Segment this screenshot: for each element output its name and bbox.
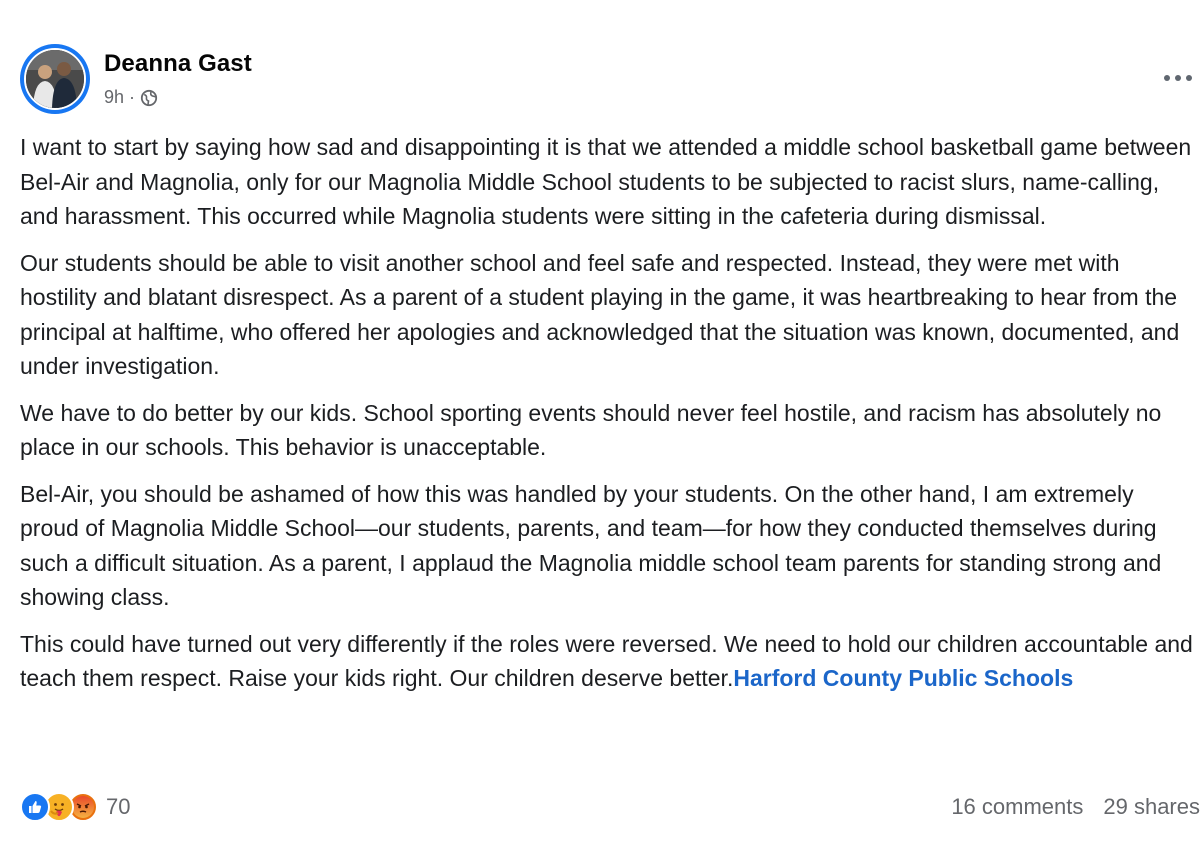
more-options-icon <box>1164 75 1192 81</box>
post-paragraph: We have to do better by our kids. School… <box>20 399 1162 461</box>
post-paragraph-last: This could have turned out very differen… <box>20 627 1196 696</box>
author-avatar[interactable] <box>20 44 90 114</box>
facebook-post: Deanna Gast 9h · I want to start by sayi… <box>0 0 1200 865</box>
post-paragraph: I want to start by saying how sad and di… <box>20 134 1192 229</box>
globe-icon <box>140 89 158 107</box>
post-paragraph: Our students should be able to visit ano… <box>20 249 1180 380</box>
post-footer: 70 16 comments 29 shares <box>20 790 1200 826</box>
reactions-summary[interactable]: 70 <box>20 792 130 822</box>
avatar-image <box>26 50 84 108</box>
post-time[interactable]: 9h <box>104 87 124 108</box>
page-tag-link[interactable]: Harford County Public Schools <box>733 665 1073 691</box>
like-icon <box>20 792 50 822</box>
reaction-count: 70 <box>106 794 131 819</box>
post-paragraph: Bel-Air, you should be ashamed of how th… <box>20 480 1162 611</box>
post-header: Deanna Gast 9h · <box>20 44 1200 116</box>
meta-separator: · <box>129 87 136 107</box>
comments-count-link[interactable]: 16 comments <box>951 794 1083 820</box>
post-meta: 9h · <box>104 87 158 108</box>
engagement-counts: 16 comments 29 shares <box>951 794 1200 820</box>
avatar-photo <box>24 48 86 110</box>
author-name[interactable]: Deanna Gast <box>104 50 252 78</box>
more-options-button[interactable] <box>1160 66 1196 90</box>
shares-count-link[interactable]: 29 shares <box>1103 794 1200 820</box>
post-body: I want to start by saying how sad and di… <box>20 130 1196 708</box>
